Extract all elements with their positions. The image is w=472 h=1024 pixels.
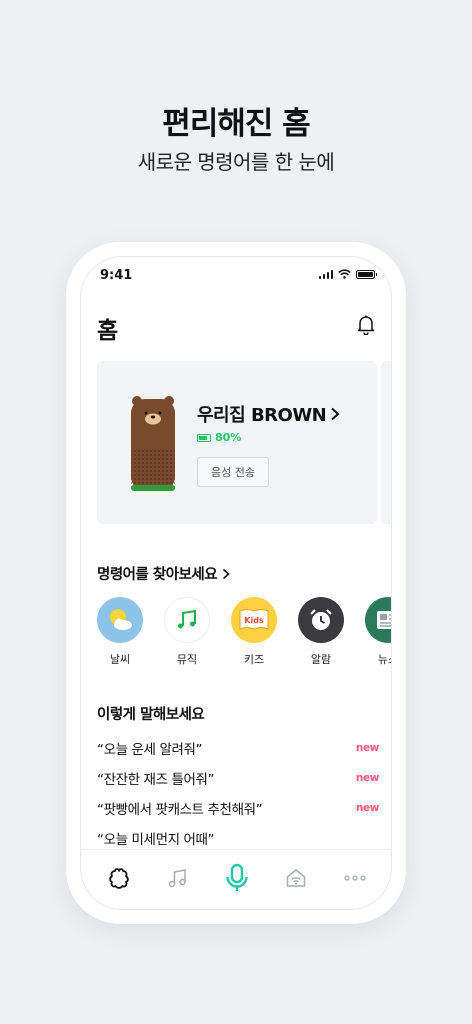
wifi-icon [338, 269, 351, 279]
tab-bar [81, 849, 391, 909]
suggestion-item[interactable]: “잔잔한 재즈 틀어줘” new [97, 763, 379, 793]
signal-icon [318, 269, 333, 279]
device-name[interactable]: 우리집 BROWN [197, 401, 340, 427]
new-badge: new [355, 772, 380, 784]
category-label: 키즈 [243, 653, 265, 666]
category-label: 뮤직 [176, 653, 198, 666]
tab-home[interactable] [101, 860, 137, 896]
brown-speaker-image [131, 396, 175, 491]
battery-percent: 80% [215, 431, 242, 444]
command-categories: 날씨 뮤직 Kids 키즈 알람 뉴 [97, 597, 391, 667]
suggestion-item[interactable]: “오늘 운세 알려줘” new [97, 733, 379, 763]
battery-level-icon [197, 433, 211, 442]
new-badge: new [355, 802, 380, 814]
suggestion-text: “잔잔한 재즈 틀어줘” [97, 772, 215, 788]
category-label: 뉴스 [377, 653, 391, 666]
category-music[interactable]: 뮤직 [164, 597, 210, 667]
app-screen: 9:41 홈 우리집 BROWN 80% 음성 전송 명령어를 찾아보세요 날씨… [80, 256, 392, 910]
category-alarm[interactable]: 알람 [298, 597, 344, 667]
tab-voice[interactable] [219, 860, 255, 896]
suggestion-text: “오늘 미세먼지 어때” [97, 832, 215, 848]
page-title: 홈 [97, 318, 119, 344]
device-card[interactable]: 우리집 BROWN 80% 음성 전송 [97, 361, 377, 524]
next-device-card[interactable] [381, 361, 391, 524]
status-icons [318, 269, 377, 279]
commands-section-title[interactable]: 명령어를 찾아보세요 [97, 563, 230, 584]
hero-title: 편리해진 홈 [162, 106, 310, 142]
news-icon [365, 597, 391, 643]
weather-icon [97, 597, 143, 643]
chevron-right-icon [223, 568, 230, 579]
suggestion-text: “팟빵에서 팟캐스트 추천해줘” [97, 802, 263, 818]
category-news[interactable]: 뉴스 [365, 597, 391, 667]
bell-icon[interactable] [355, 313, 377, 335]
suggestion-item[interactable]: “팟빵에서 팟캐스트 추천해줘” new [97, 793, 379, 823]
tab-more[interactable] [337, 860, 373, 896]
hero-subtitle: 새로운 명령어를 한 눈에 [137, 150, 335, 174]
battery-icon [356, 269, 377, 279]
mic-icon [226, 863, 248, 891]
tab-smart-home[interactable] [278, 860, 314, 896]
kids-badge-text: Kids [244, 616, 264, 625]
device-name-label: 우리집 BROWN [197, 405, 327, 426]
music-tab-icon [168, 868, 186, 887]
commands-title-label: 명령어를 찾아보세요 [97, 567, 218, 583]
tab-music[interactable] [160, 860, 196, 896]
more-icon [344, 874, 366, 881]
voice-send-button[interactable]: 음성 전송 [197, 457, 269, 487]
smart-home-icon [286, 868, 306, 887]
device-battery: 80% [197, 431, 241, 444]
new-badge: new [355, 742, 380, 754]
chevron-right-icon [331, 407, 340, 421]
home-tab-icon [108, 867, 129, 889]
category-label: 날씨 [109, 653, 131, 666]
music-icon [164, 597, 210, 643]
alarm-icon [298, 597, 344, 643]
category-label: 알람 [310, 653, 332, 666]
suggestion-text: “오늘 운세 알려줘” [97, 742, 203, 758]
category-weather[interactable]: 날씨 [97, 597, 143, 667]
status-time: 9:41 [100, 268, 133, 283]
suggestions-section-title: 이렇게 말해보세요 [97, 707, 205, 723]
category-kids[interactable]: Kids 키즈 [231, 597, 277, 667]
suggestion-list: “오늘 운세 알려줘” new “잔잔한 재즈 틀어줘” new “팟빵에서 팟… [97, 733, 379, 853]
kids-icon: Kids [231, 597, 277, 643]
